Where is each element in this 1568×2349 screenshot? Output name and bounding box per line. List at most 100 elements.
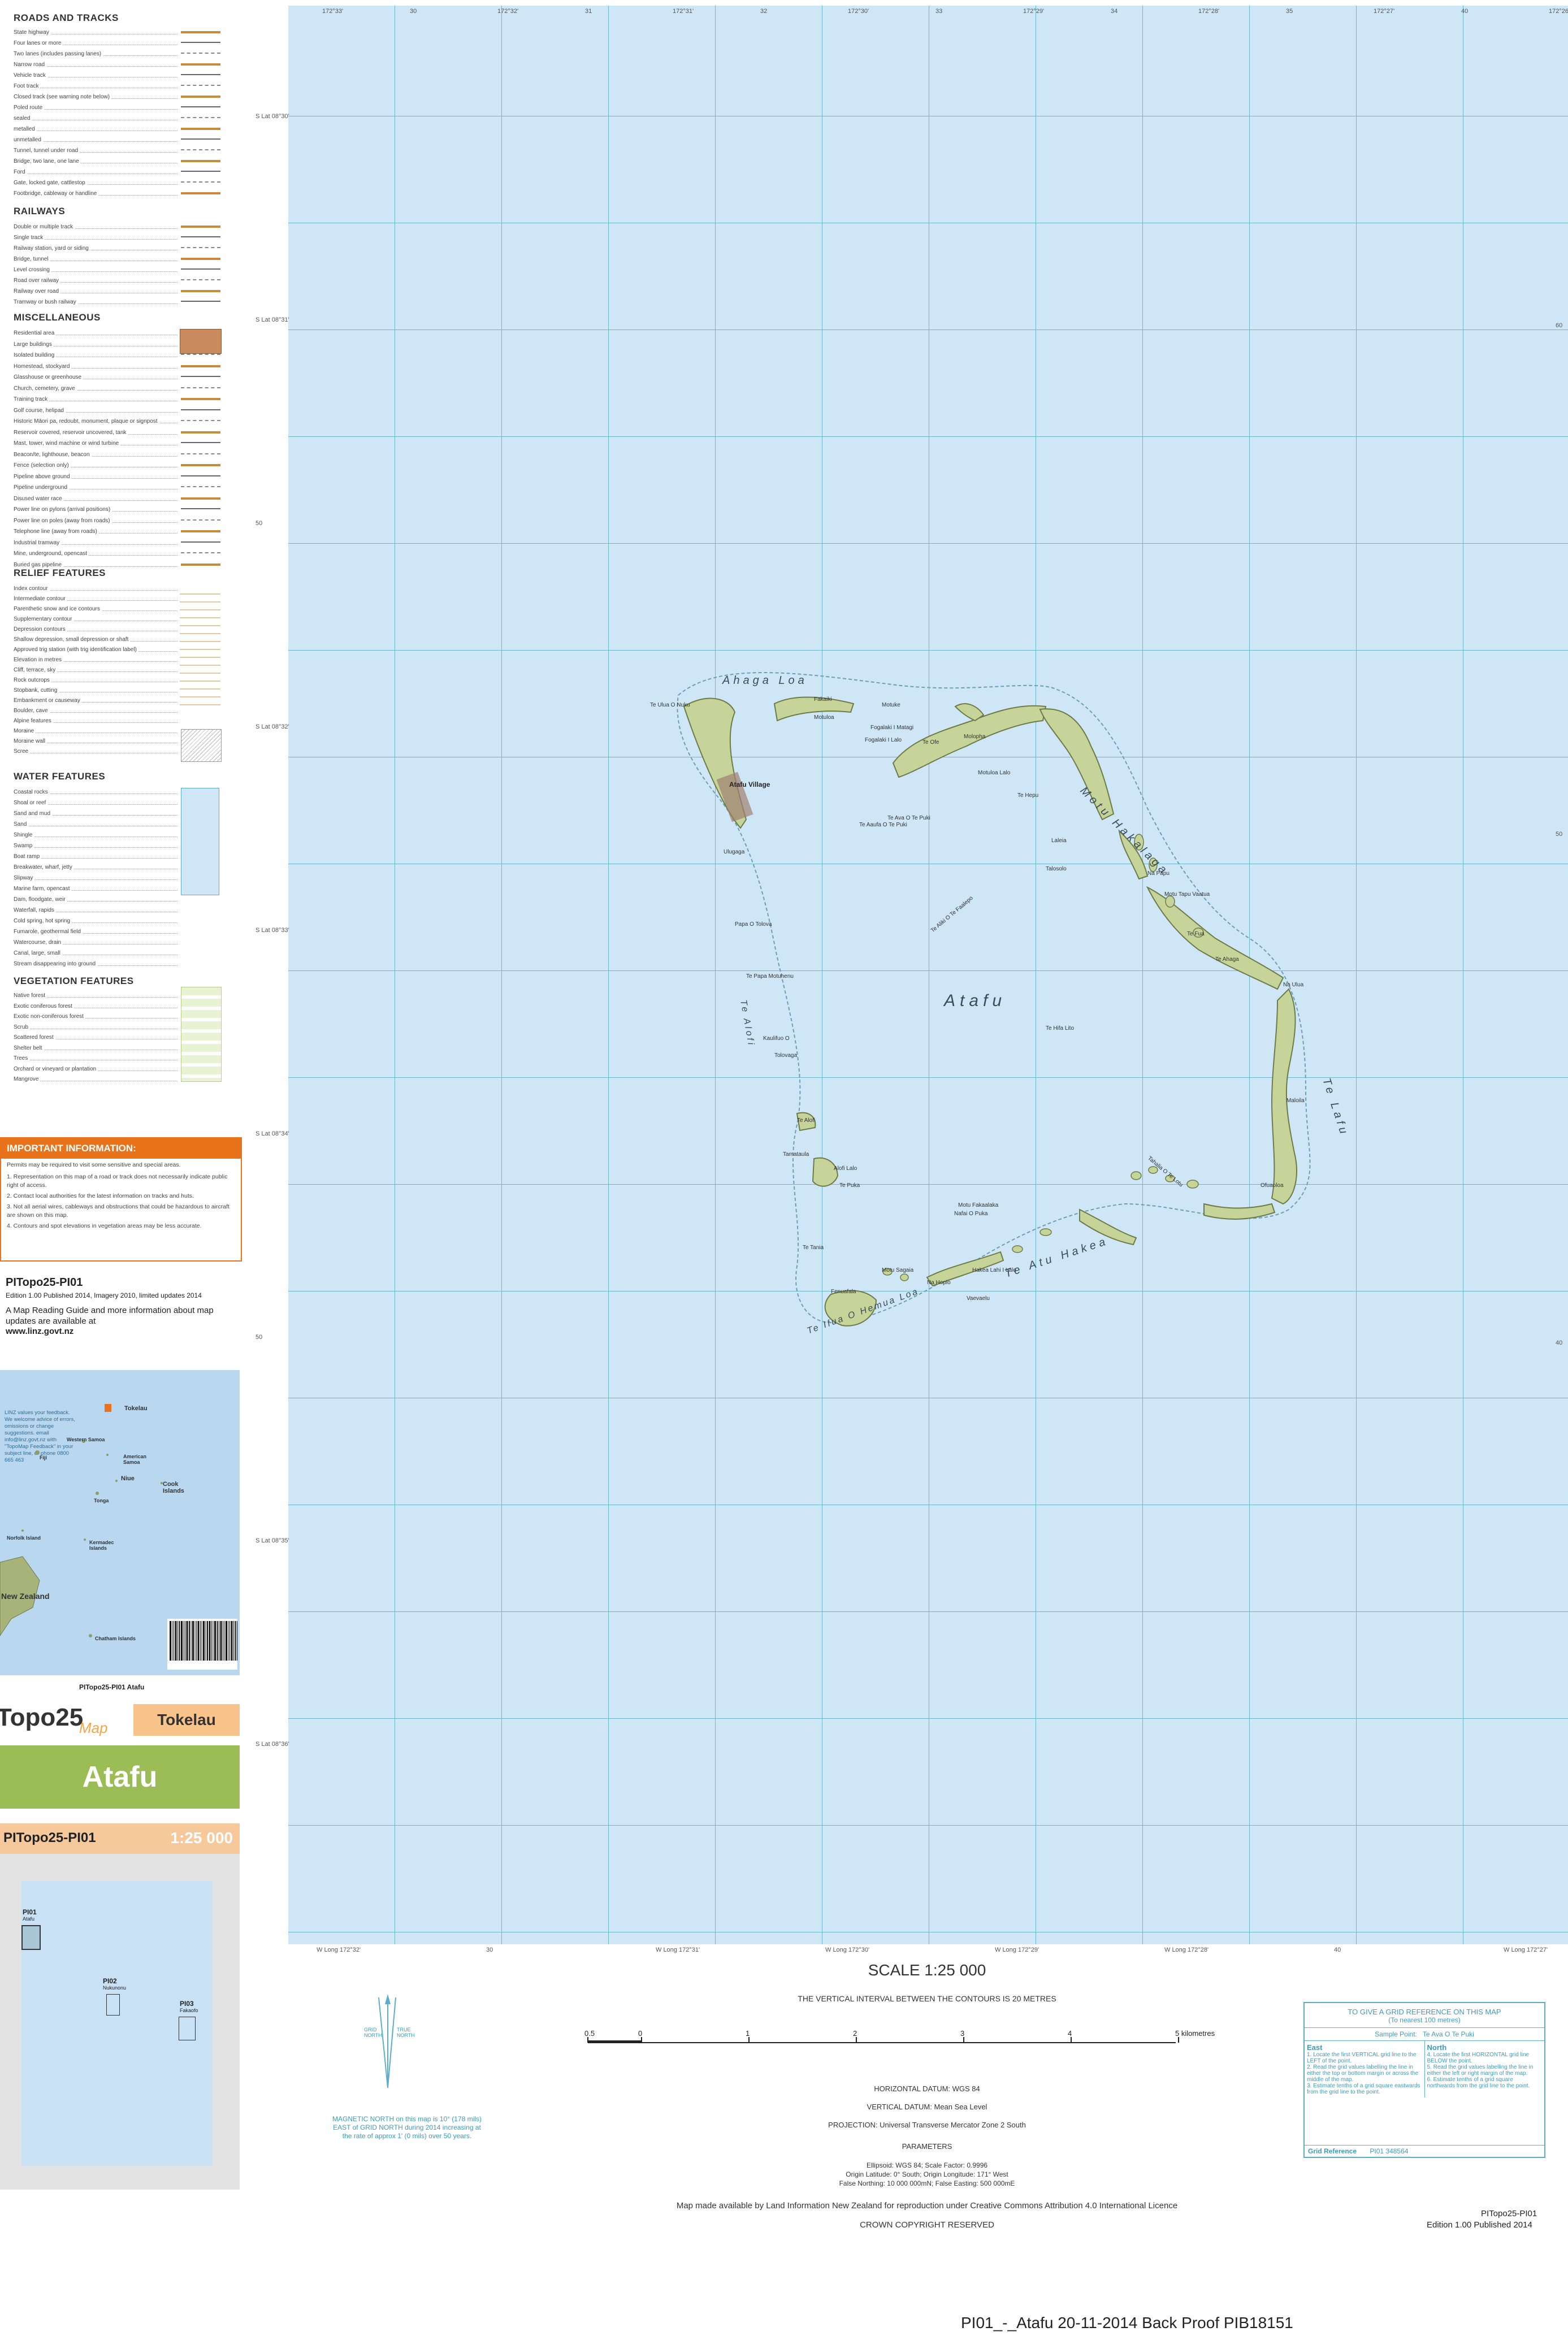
legend-row-label: Road over railway: [14, 278, 61, 284]
north-arrow-icon: [378, 1994, 396, 2088]
legend-row-label: Shallow depression, small depression or …: [14, 636, 131, 643]
legend-row: Large buildings: [14, 341, 177, 349]
barcode-bar: [213, 1621, 214, 1661]
scale-bar: [587, 2037, 1179, 2043]
legend-symbol: [181, 442, 220, 448]
legend-row-label: Railway over road: [14, 288, 61, 294]
map-label: Atafu Village: [729, 781, 770, 788]
legend-symbol: [181, 486, 220, 492]
legend-row-label: Cold spring, hot spring: [14, 918, 72, 924]
locator-label: Cook Islands: [163, 1481, 184, 1494]
legend-row: Approved trig station (with trig identif…: [14, 647, 177, 655]
region-box: Tokelau: [133, 1704, 240, 1736]
legend-row-label: Fumarole, geothermal field: [14, 929, 83, 935]
legend-row: Mast, tower, wind machine or wind turbin…: [14, 440, 177, 448]
map-label: Na Hoplo: [927, 1280, 951, 1286]
motuke-islet: [954, 703, 985, 722]
index-sheet-code: PI03: [180, 2000, 194, 2008]
ofuaoloa-islet: [1203, 1203, 1276, 1220]
legend-row: Isolated building: [14, 352, 177, 360]
legend-symbol: [181, 530, 220, 537]
legend-row-label: Tramway or bush railway: [14, 299, 78, 305]
barcode-bar: [194, 1621, 196, 1661]
legend-row: Alpine features: [14, 718, 177, 726]
edition-right: Edition 1.00 Published 2014: [1427, 2220, 1532, 2230]
map-tick-label: 30: [486, 1947, 493, 1953]
legend-row: unmetalled: [14, 137, 177, 145]
legend-row: Mangrove: [14, 1076, 177, 1084]
map-label: Motu Sagaia: [882, 1267, 914, 1273]
map-tick-label: S Lat 08°31': [255, 317, 289, 323]
legend-row: Swamp: [14, 843, 177, 851]
index-sheet-tile[interactable]: [179, 2017, 196, 2040]
legend-row-label: Sand: [14, 821, 29, 827]
legend-row: Intermediate contour: [14, 596, 177, 604]
important-item: 2. Contact local authorities for the lat…: [7, 1193, 194, 1199]
map-tick-label: 35: [1286, 8, 1293, 15]
map-tick-label: 60: [1556, 322, 1563, 329]
important-information-panel: IMPORTANT INFORMATION: Permits may be re…: [0, 1137, 242, 1262]
map-label: Te Fua: [1187, 931, 1205, 937]
scale-title: SCALE 1:25 000: [868, 1961, 986, 1979]
legend-row: Slipway: [14, 875, 177, 883]
legend-row: Pipeline above ground: [14, 473, 177, 482]
legend-symbol: [181, 497, 220, 504]
map-label: Te Alofi: [797, 1117, 815, 1124]
barcode-bar: [200, 1621, 201, 1661]
index-sheet-current[interactable]: [21, 1925, 41, 1950]
legend-row: Exotic coniferous forest: [14, 1003, 177, 1011]
legend-symbol: [181, 226, 220, 232]
legend-row: Homestead, stockyard: [14, 363, 177, 371]
legend-row-label: Slipway: [14, 875, 35, 881]
index-sheet-name: Fakaofo: [180, 2008, 198, 2013]
parameter-line: Origin Latitude: 0° South; Origin Longit…: [846, 2170, 1008, 2178]
map-label: Te Hifa Lito: [1046, 1025, 1074, 1032]
locator-label: Chatham Islands: [95, 1636, 136, 1641]
legend-row: Cliff, terrace, sky: [14, 667, 177, 675]
index-sheet-code: PI02: [103, 1977, 117, 1985]
barcode-bar: [207, 1621, 208, 1661]
legend-row: Supplementary contour: [14, 616, 177, 624]
index-sheet-name: Atafu: [23, 1916, 35, 1922]
legend-symbol: [181, 290, 220, 297]
linz-website-link[interactable]: www.linz.govt.nz: [6, 1327, 232, 1336]
map-tick-label: W Long 172°27': [1504, 1947, 1548, 1953]
legend-symbol: [181, 138, 220, 144]
sheet-edition: Edition 1.00 Published 2014, Imagery 201…: [6, 1291, 202, 1299]
legend-symbol: [181, 365, 220, 372]
legend-row-label: Coastal rocks: [14, 789, 50, 795]
legend-row-label: unmetalled: [14, 137, 43, 143]
legend-row: Native forest: [14, 993, 177, 1000]
map-tick-label: 50: [1556, 831, 1563, 838]
legend-row: Waterfall, rapids: [14, 907, 177, 915]
barcode-bar: [179, 1621, 180, 1661]
index-sheet-name: Nukunonu: [103, 1985, 127, 1991]
legend-row: Historic Māori pa, redoubt, monument, pl…: [14, 418, 177, 426]
barcode-bar: [181, 1621, 183, 1661]
map-face[interactable]: Atafu Ahaga Loa Motu Hakalaga Te Lafu Te…: [288, 6, 1568, 1944]
legend-row: Road over railway: [14, 278, 177, 285]
legend-symbol: [181, 279, 220, 285]
residential-area-swatch: [180, 329, 222, 354]
legend-row: Fumarole, geothermal field: [14, 929, 177, 937]
legend-row: Power line on poles (away from roads): [14, 517, 177, 526]
barcode-bar: [175, 1621, 177, 1661]
legend-row-label: Closed track (see warning note below): [14, 94, 112, 100]
map-label: Te Papa Motuhenu: [746, 973, 794, 980]
sheet-bar: PITopo25-PI01 1:25 000: [0, 1823, 240, 1854]
legend-row-label: Glasshouse or greenhouse: [14, 374, 84, 380]
barcode-bar: [224, 1621, 225, 1661]
map-label: Te Aaufa O Te Puki: [859, 822, 907, 828]
legend-row-label: Bridge, tunnel: [14, 256, 50, 262]
legend-row-label: sealed: [14, 115, 32, 122]
index-sheet-tile[interactable]: [106, 1994, 120, 2016]
barcode-bar: [233, 1621, 234, 1661]
map-tick-label: W Long 172°28': [1164, 1947, 1209, 1953]
legend-row-label: Waterfall, rapids: [14, 907, 56, 913]
gridref-sample-value: Te Ava O Te Puki: [1422, 2030, 1474, 2038]
legend-row: Disused water race: [14, 495, 177, 504]
title-box: Atafu: [0, 1745, 240, 1809]
map-label: Motuke: [882, 702, 900, 708]
map-label: Te Aliki O Te Faalepo: [930, 895, 974, 934]
legend-symbol: [181, 354, 220, 359]
